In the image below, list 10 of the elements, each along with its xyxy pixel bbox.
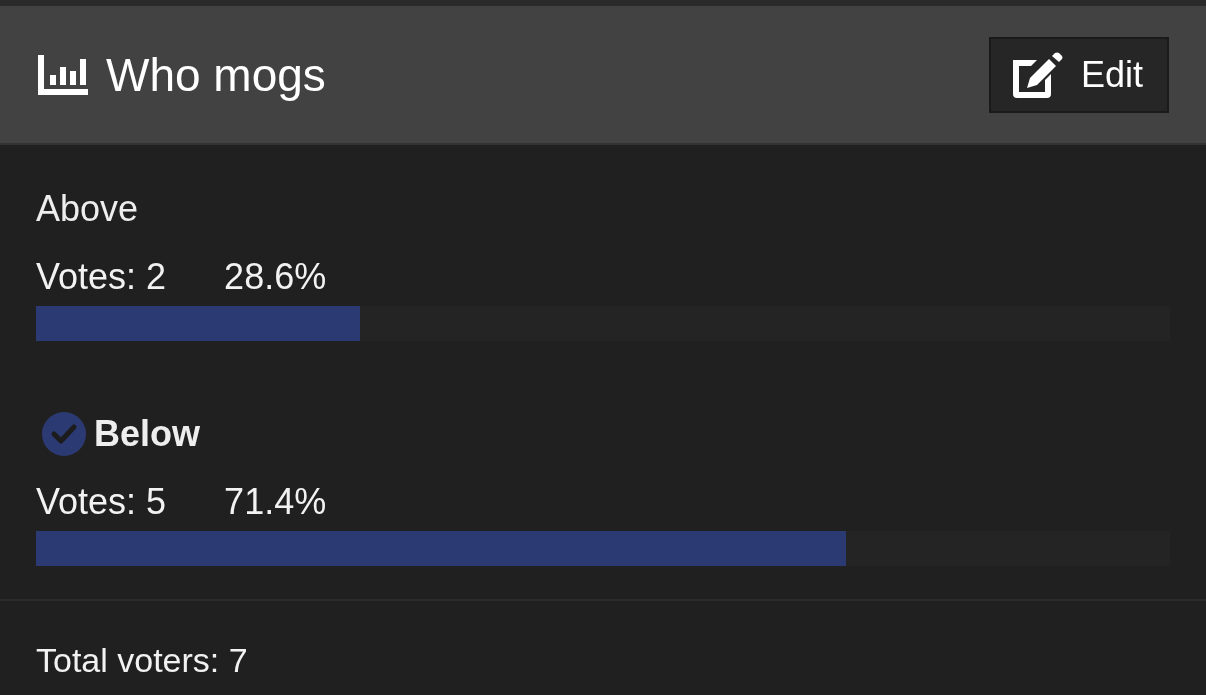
option-label: Above <box>36 187 139 231</box>
vote-count: Votes: 5 <box>36 480 167 524</box>
vote-percent: 28.6% <box>224 255 327 299</box>
bar-chart-icon <box>36 54 88 95</box>
total-voters: Total voters: 7 <box>36 641 248 679</box>
check-circle-icon <box>42 412 86 456</box>
vote-percent: 71.4% <box>224 480 327 524</box>
vote-count: Votes: 2 <box>36 255 167 299</box>
option-label: Below <box>94 412 200 456</box>
edit-button[interactable]: Edit <box>989 36 1169 113</box>
